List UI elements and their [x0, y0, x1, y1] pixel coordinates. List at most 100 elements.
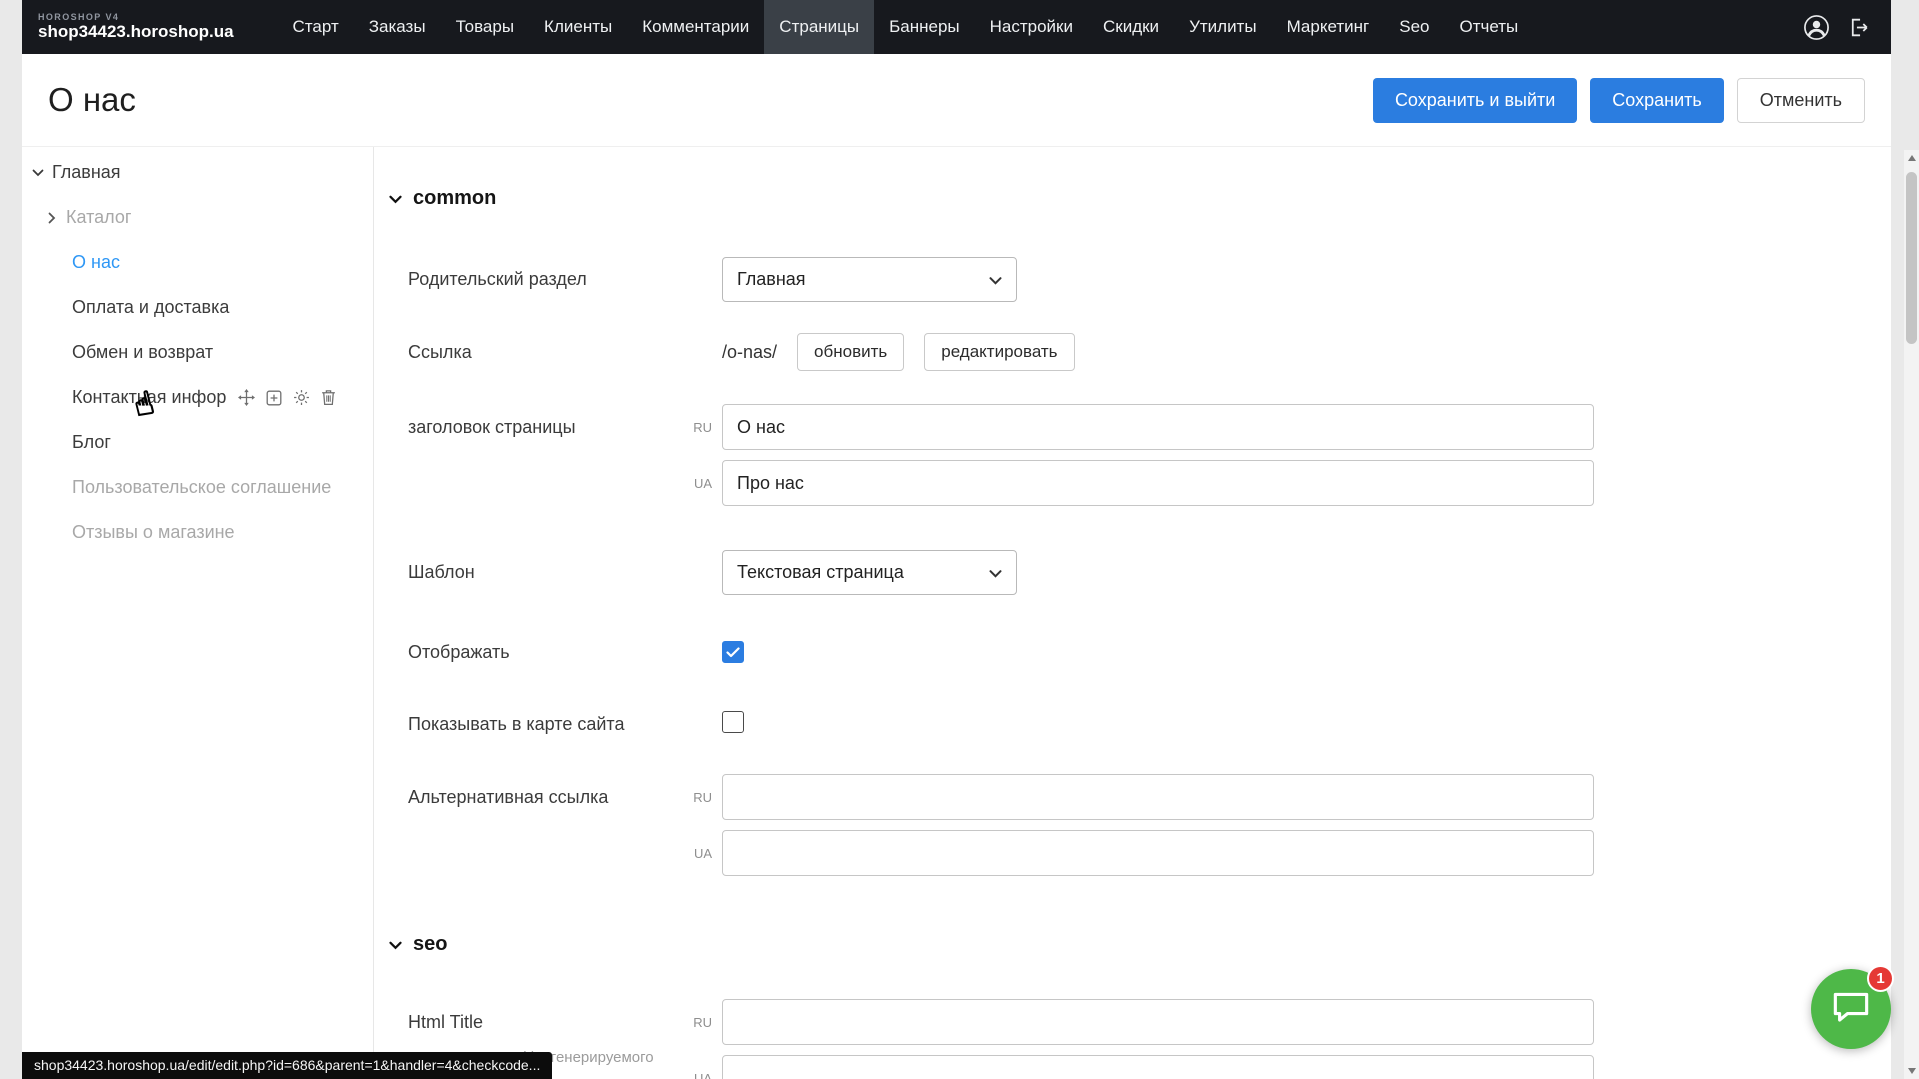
parent-section-select[interactable]: Главная: [722, 257, 1017, 302]
add-page-icon[interactable]: [266, 390, 282, 406]
form-row-parent-section: Родительский раздел Главная: [389, 257, 1891, 302]
pages-tree-sidebar: Главная Каталог О нас Оплата и доставка …: [22, 147, 374, 1079]
field-label: Ссылка: [408, 342, 722, 363]
user-account-icon[interactable]: [1803, 14, 1830, 41]
sidebar-item-oplata-i-dostavka[interactable]: Оплата и доставка: [22, 285, 373, 330]
section-header-seo[interactable]: seo: [389, 932, 1891, 956]
content-area: Главная Каталог О нас Оплата и доставка …: [22, 146, 1891, 1079]
field-label: заголовок страницы: [408, 404, 722, 450]
main-nav: Старт Заказы Товары Клиенты Комментарии …: [278, 0, 1534, 54]
link-edit-button[interactable]: редактировать: [924, 333, 1074, 371]
lang-badge-ua: UA: [680, 476, 712, 491]
logout-icon[interactable]: [1846, 15, 1871, 40]
nav-item-products[interactable]: Товары: [441, 0, 529, 54]
sidebar-item-obmen-i-vozvrat[interactable]: Обмен и возврат: [22, 330, 373, 375]
lang-badge-ru: RU: [680, 420, 712, 435]
alt-link-ua-input[interactable]: [722, 830, 1594, 876]
topbar: HOROSHOP V4 shop34423.horoshop.ua Старт …: [22, 0, 1891, 54]
form-row-page-title: заголовок страницы RU UA: [389, 404, 1891, 506]
html-title-ru-input[interactable]: [722, 999, 1594, 1045]
select-value: Текстовая страница: [737, 562, 904, 583]
form-row-display: Отображать: [389, 641, 1891, 663]
tree-item-actions: [238, 389, 336, 406]
topbar-right: [1803, 0, 1871, 54]
sitemap-checkbox[interactable]: [722, 711, 744, 733]
nav-item-pages[interactable]: Страницы: [764, 0, 874, 54]
scrollbar-up-icon[interactable]: [1904, 150, 1919, 166]
nav-item-comments[interactable]: Комментарии: [627, 0, 764, 54]
sidebar-item-kontaktnaya-informatsiya[interactable]: Контактная инфор: [22, 375, 373, 420]
field-label: Показывать в карте сайта: [408, 714, 722, 735]
display-checkbox[interactable]: [722, 641, 744, 663]
page-edit-form: common Родительский раздел Главная Ссылк…: [374, 147, 1891, 1079]
brand-domain-label: shop34423.horoshop.ua: [38, 22, 234, 42]
scrollbar-down-icon[interactable]: [1904, 1063, 1919, 1079]
nav-item-discounts[interactable]: Скидки: [1088, 0, 1174, 54]
sidebar-item-o-nas[interactable]: О нас: [22, 240, 373, 285]
sidebar-item-label: Оплата и доставка: [72, 297, 229, 318]
nav-item-settings[interactable]: Настройки: [975, 0, 1088, 54]
sidebar-item-label: Контактная инфор: [72, 387, 226, 408]
sidebar-item-otzyvy-o-magazine[interactable]: Отзывы о магазине: [22, 510, 373, 555]
form-row-template: Шаблон Текстовая страница: [389, 550, 1891, 595]
sidebar-item-label: Пользовательское соглашение: [72, 477, 331, 498]
scrollbar-thumb[interactable]: [1906, 172, 1917, 344]
sidebar-item-glavnaya[interactable]: Главная: [22, 150, 373, 195]
brand-logo[interactable]: HOROSHOP V4 shop34423.horoshop.ua: [38, 0, 234, 54]
sidebar-item-blog[interactable]: Блог: [22, 420, 373, 465]
lang-badge-ua: UA: [680, 846, 712, 861]
brand-version-label: HOROSHOP V4: [38, 12, 234, 22]
section-title: seo: [413, 933, 447, 956]
page-title-ua-input[interactable]: [722, 460, 1594, 506]
page-title-ru-input[interactable]: [722, 404, 1594, 450]
page-title: О нас: [48, 81, 136, 119]
vertical-scrollbar[interactable]: [1904, 150, 1919, 1079]
nav-item-reports[interactable]: Отчеты: [1444, 0, 1533, 54]
drag-move-icon[interactable]: [238, 389, 255, 406]
link-refresh-button[interactable]: обновить: [797, 333, 904, 371]
chevron-down-icon: [989, 269, 1002, 290]
nav-item-marketing[interactable]: Маркетинг: [1272, 0, 1385, 54]
status-url-tooltip: shop34423.horoshop.ua/edit/edit.php?id=6…: [22, 1052, 552, 1079]
nav-item-orders[interactable]: Заказы: [354, 0, 441, 54]
sidebar-item-label: Блог: [72, 432, 111, 453]
nav-item-utilities[interactable]: Утилиты: [1174, 0, 1272, 54]
chevron-down-icon: [32, 169, 44, 177]
link-path-text: /o-nas/: [722, 342, 777, 363]
field-label: Альтернативная ссылка: [408, 774, 722, 820]
chat-bubble-icon: [1831, 988, 1871, 1030]
save-and-exit-button[interactable]: Сохранить и выйти: [1373, 78, 1577, 123]
sidebar-item-polzovatelskoe-soglashenie[interactable]: Пользовательское соглашение: [22, 465, 373, 510]
template-select[interactable]: Текстовая страница: [722, 550, 1017, 595]
lang-badge-ru: RU: [680, 790, 712, 805]
sidebar-item-label: О нас: [72, 252, 120, 273]
sidebar-item-label: Обмен и возврат: [72, 342, 213, 363]
form-row-link: Ссылка /o-nas/ обновить редактировать: [389, 333, 1891, 371]
sidebar-item-katalog[interactable]: Каталог: [22, 195, 373, 240]
nav-item-banners[interactable]: Баннеры: [874, 0, 975, 54]
nav-item-seo[interactable]: Seo: [1384, 0, 1444, 54]
delete-trash-icon[interactable]: [321, 389, 336, 406]
sidebar-item-label: Отзывы о магазине: [72, 522, 235, 543]
app-window: HOROSHOP V4 shop34423.horoshop.ua Старт …: [22, 0, 1891, 1079]
form-row-html-title: Html Title Полная замена title, генериру…: [389, 999, 1891, 1079]
nav-item-clients[interactable]: Клиенты: [529, 0, 627, 54]
html-title-ua-input[interactable]: [722, 1055, 1594, 1079]
lang-badge-ua: UA: [680, 1071, 712, 1079]
field-label: Родительский раздел: [408, 269, 722, 290]
alt-link-ru-input[interactable]: [722, 774, 1594, 820]
save-button[interactable]: Сохранить: [1590, 78, 1723, 123]
field-label: Шаблон: [408, 562, 722, 583]
chevron-right-icon: [46, 214, 58, 222]
select-value: Главная: [737, 269, 806, 290]
field-label: Отображать: [408, 642, 722, 663]
chat-unread-badge: 1: [1867, 965, 1894, 992]
sidebar-item-label: Каталог: [66, 207, 131, 228]
chevron-down-icon: [989, 562, 1002, 583]
section-header-common[interactable]: common: [389, 186, 1891, 210]
nav-item-start[interactable]: Старт: [278, 0, 354, 54]
cancel-button[interactable]: Отменить: [1737, 78, 1865, 123]
form-row-alt-link: Альтернативная ссылка RU UA: [389, 774, 1891, 876]
chat-widget-button[interactable]: 1: [1811, 969, 1891, 1049]
settings-gear-icon[interactable]: [293, 389, 310, 406]
